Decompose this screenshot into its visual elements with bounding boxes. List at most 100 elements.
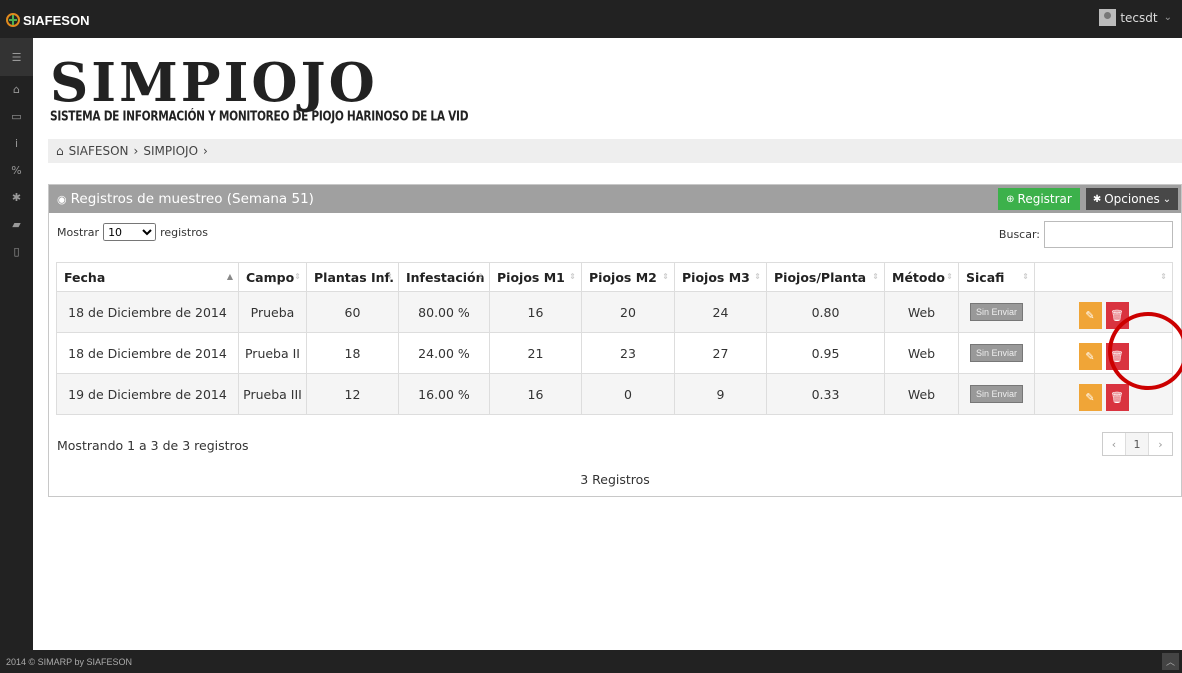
delete-button[interactable]: 🗑︎ [1105, 383, 1129, 411]
next-page-button[interactable]: › [1149, 433, 1172, 455]
home-icon: ⌂ [56, 144, 64, 158]
cell-value: 16.00 % [418, 386, 470, 402]
status-badge[interactable]: Sin Enviar [969, 303, 1024, 321]
table-row: 19 de Diciembre de 2014 Prueba III 12 16.00… [56, 373, 1173, 415]
link-icon[interactable]: % [0, 157, 33, 184]
table-cell: Sin Enviar [958, 291, 1035, 333]
table-cell: Prueba II [238, 332, 307, 374]
table-cell: 80.00 % [398, 291, 490, 333]
column-header[interactable]: Campo ⇕ [238, 262, 307, 292]
options-button[interactable]: ✱ Opciones ⌄ [1086, 188, 1178, 210]
column-header[interactable]: Fecha ▲ [56, 262, 239, 292]
edit-button[interactable]: ✎ [1078, 301, 1102, 329]
chevron-down-icon: ⌄ [1162, 193, 1172, 205]
book-icon[interactable]: ▰ [0, 211, 33, 238]
footer: 2014 © SIMARP by SIAFESON ︿ [0, 650, 1182, 673]
column-header[interactable]: Método ⇕ [884, 262, 959, 292]
table-cell: Web [884, 332, 959, 374]
breadcrumb-current[interactable]: SIMPIOJO [143, 144, 198, 158]
status-badge[interactable]: Sin Enviar [969, 385, 1024, 403]
breadcrumb-home[interactable]: SIAFESON [69, 144, 129, 158]
username: tecsdt [1120, 10, 1158, 25]
column-header[interactable]: Piojos M3 ⇕ [674, 262, 767, 292]
column-header-label: Método [892, 269, 946, 285]
table-row: 18 de Diciembre de 2014 Prueba II 18 24.00 … [56, 332, 1173, 374]
column-header[interactable]: Piojos/Planta ⇕ [766, 262, 885, 292]
trash-icon: 🗑︎ [1110, 308, 1124, 322]
search-input[interactable] [1044, 221, 1173, 248]
edit-button[interactable]: ✎ [1078, 342, 1102, 370]
cell-value: 12 [344, 386, 361, 402]
table-cell: Web [884, 291, 959, 333]
column-header-label: Campo [246, 269, 295, 285]
table-cell: 0.80 [766, 291, 885, 333]
column-header[interactable]: ⇕ [1034, 262, 1173, 292]
records-count: 3 Registros [580, 472, 650, 487]
cell-value: 23 [620, 345, 636, 361]
table-cell: 19 de Diciembre de 2014 [56, 373, 239, 415]
column-header[interactable]: Plantas Inf. ⇕ [306, 262, 399, 292]
records-label: registros [160, 225, 208, 239]
cell-value: 16 [527, 304, 544, 320]
app-subtitle: SISTEMA DE INFORMACIÓN Y MONITOREO DE PI… [50, 109, 469, 124]
column-header[interactable]: Sicafi ⇕ [958, 262, 1035, 292]
table-cell: 0.95 [766, 332, 885, 374]
edit-button[interactable]: ✎ [1078, 383, 1102, 411]
folder-icon[interactable]: ▭ [0, 103, 33, 130]
sort-icon: ⇕ [662, 272, 669, 281]
sort-icon: ⇕ [1022, 272, 1029, 281]
column-header-label: Fecha [64, 269, 106, 285]
cell-value: Prueba [250, 304, 295, 320]
gear-icon[interactable]: ✱ [0, 184, 33, 211]
column-header[interactable]: Piojos M2 ⇕ [581, 262, 675, 292]
table-cell: Prueba III [238, 373, 307, 415]
sort-icon: ⇕ [294, 272, 301, 281]
cell-value: Prueba III [243, 386, 302, 402]
prev-page-button[interactable]: ‹ [1103, 433, 1126, 455]
panel-title: Registros de muestreo (Semana 51) [70, 191, 314, 207]
sort-icon: ⇕ [477, 272, 484, 281]
table-cell: Sin Enviar [958, 332, 1035, 374]
showing-info: Mostrando 1 a 3 de 3 registros [57, 438, 249, 453]
status-badge[interactable]: Sin Enviar [969, 344, 1024, 362]
cell-value: 60 [344, 304, 361, 320]
cell-value: 18 [344, 345, 361, 361]
info-icon[interactable]: i [0, 130, 33, 157]
column-header[interactable]: Piojos M1 ⇕ [489, 262, 582, 292]
table-cell: 60 [306, 291, 399, 333]
user-menu[interactable]: tecsdt ⌄ [1099, 9, 1172, 26]
panel-header: ◉ Registros de muestreo (Semana 51) ⊕ Re… [49, 185, 1181, 213]
cell-value: 18 de Diciembre de 2014 [68, 345, 227, 361]
pencil-icon: ✎ [1085, 390, 1095, 404]
app-logo: SIMPIOJO SISTEMA DE INFORMACIÓN Y MONITO… [50, 57, 469, 125]
column-header-label: Piojos M3 [682, 269, 750, 285]
options-label: Opciones [1104, 192, 1160, 206]
register-label: Registrar [1017, 192, 1072, 206]
cell-value: 27 [712, 345, 729, 361]
column-header-label: Infestación [406, 269, 485, 285]
table-header-row: Fecha ▲ Campo ⇕ Plantas Inf. ⇕ Infestación ⇕ Pio… [56, 262, 1173, 292]
column-header-label: Plantas Inf. [314, 269, 395, 285]
sidebar: ☰ ⌂ ▭ i % ✱ ▰ ▯ [0, 38, 33, 650]
cell-value: 0 [624, 386, 632, 402]
cell-value: 20 [620, 304, 636, 320]
file-icon[interactable]: ▯ [0, 238, 33, 265]
sort-icon: ⇕ [754, 272, 761, 281]
register-button[interactable]: ⊕ Registrar [998, 188, 1080, 210]
table-cell: 0.33 [766, 373, 885, 415]
page-button[interactable]: 1 [1126, 433, 1149, 455]
cell-value: 0.80 [811, 304, 840, 320]
home-icon[interactable]: ⌂ [0, 76, 33, 103]
menu-icon[interactable]: ☰ [0, 38, 33, 76]
table-cell: 12 [306, 373, 399, 415]
brand[interactable]: SIAFESON [6, 11, 89, 29]
cell-value: 24.00 % [418, 345, 470, 361]
search-control: Buscar: [999, 221, 1173, 248]
scroll-top-icon[interactable]: ︿ [1162, 653, 1179, 670]
table-row: 18 de Diciembre de 2014 Prueba 60 80.00 % 16… [56, 291, 1173, 333]
column-header-label: Piojos M2 [589, 269, 657, 285]
circle-arrow-icon: ◉ [57, 192, 67, 206]
records-table: Fecha ▲ Campo ⇕ Plantas Inf. ⇕ Infestación ⇕ Pio… [56, 262, 1173, 415]
page-size-select[interactable]: 10 [103, 223, 157, 241]
column-header[interactable]: Infestación ⇕ [398, 262, 490, 292]
